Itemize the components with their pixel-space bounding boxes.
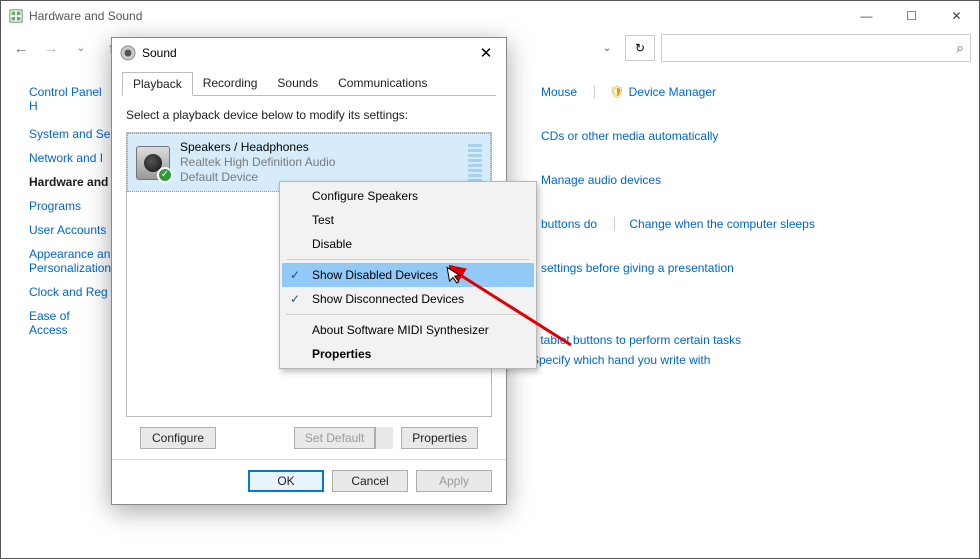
instruction-text: Select a playback device below to modify… [126, 108, 492, 122]
sidebar-item[interactable]: Appearance an Personalization [29, 247, 111, 275]
ctx-show-disabled[interactable]: ✓ Show Disabled Devices [282, 263, 534, 287]
search-input[interactable]: ⌕ [661, 34, 971, 62]
apply-button[interactable]: Apply [416, 470, 492, 492]
sidebar-item[interactable]: Programs [29, 199, 111, 213]
control-panel-icon [9, 9, 23, 23]
tab-communications[interactable]: Communications [328, 72, 437, 96]
back-button[interactable]: ← [9, 36, 33, 60]
ctx-configure-speakers[interactable]: Configure Speakers [282, 184, 534, 208]
breadcrumb-home[interactable]: Control Panel H [29, 85, 111, 113]
dialog-title: Sound [142, 46, 177, 60]
dialog-titlebar: Sound ✕ [112, 38, 506, 68]
ctx-about-midi[interactable]: About Software MIDI Synthesizer [282, 318, 534, 342]
vu-meter [468, 144, 482, 182]
search-icon: ⌕ [956, 40, 964, 57]
speaker-icon: ✓ [136, 146, 170, 180]
forward-button[interactable]: → [39, 36, 63, 60]
window-title: Hardware and Sound [29, 9, 142, 23]
set-default-dropdown[interactable] [375, 427, 393, 449]
sidebar-item[interactable]: Network and I [29, 151, 111, 165]
ctx-separator [286, 314, 530, 315]
ctx-test[interactable]: Test [282, 208, 534, 232]
device-driver: Realtek High Definition Audio [180, 155, 458, 170]
device-name: Speakers / Headphones [180, 140, 458, 155]
ctx-show-disconnected[interactable]: ✓ Show Disconnected Devices [282, 287, 534, 311]
ctx-disable[interactable]: Disable [282, 232, 534, 256]
sidebar-item-active[interactable]: Hardware and [29, 175, 111, 189]
tab-playback[interactable]: Playback [122, 72, 193, 96]
set-default-button[interactable]: Set Default [294, 427, 375, 449]
link-sleep[interactable]: Change when the computer sleeps [614, 217, 828, 231]
check-icon: ✓ [290, 292, 300, 306]
sidebar-item[interactable]: Clock and Reg [29, 285, 111, 299]
default-check-icon: ✓ [157, 167, 173, 183]
close-button[interactable]: ✕ [934, 2, 979, 31]
check-icon: ✓ [290, 268, 300, 282]
properties-button[interactable]: Properties [401, 427, 478, 449]
window-titlebar: Hardware and Sound — ☐ ✕ [1, 1, 979, 31]
context-menu: Configure Speakers Test Disable ✓ Show D… [279, 181, 537, 369]
ok-button[interactable]: OK [248, 470, 324, 492]
sidebar-item[interactable]: System and Se [29, 127, 111, 141]
tab-strip: Playback Recording Sounds Communications [112, 72, 506, 96]
shield-icon: 🛡 [609, 85, 624, 99]
ctx-properties[interactable]: Properties [282, 342, 534, 366]
cancel-button[interactable]: Cancel [332, 470, 408, 492]
ctx-separator [286, 259, 530, 260]
configure-button[interactable]: Configure [140, 427, 216, 449]
tab-recording[interactable]: Recording [193, 72, 268, 96]
sidebar-item[interactable]: User Accounts [29, 223, 111, 237]
recent-dropdown[interactable]: ⌄ [69, 36, 93, 60]
refresh-button[interactable]: ↻ [625, 35, 655, 61]
minimize-button[interactable]: — [844, 2, 889, 31]
dialog-close-button[interactable]: ✕ [474, 41, 498, 65]
tab-sounds[interactable]: Sounds [267, 72, 328, 96]
sidebar: Control Panel H System and Se Network an… [1, 85, 111, 397]
link-device-manager[interactable]: 🛡Device Manager [594, 85, 730, 99]
maximize-button[interactable]: ☐ [889, 2, 934, 31]
sidebar-item[interactable]: Ease of Access [29, 309, 111, 337]
sound-icon [120, 45, 136, 61]
address-dropdown[interactable]: ⌄ [595, 36, 619, 60]
